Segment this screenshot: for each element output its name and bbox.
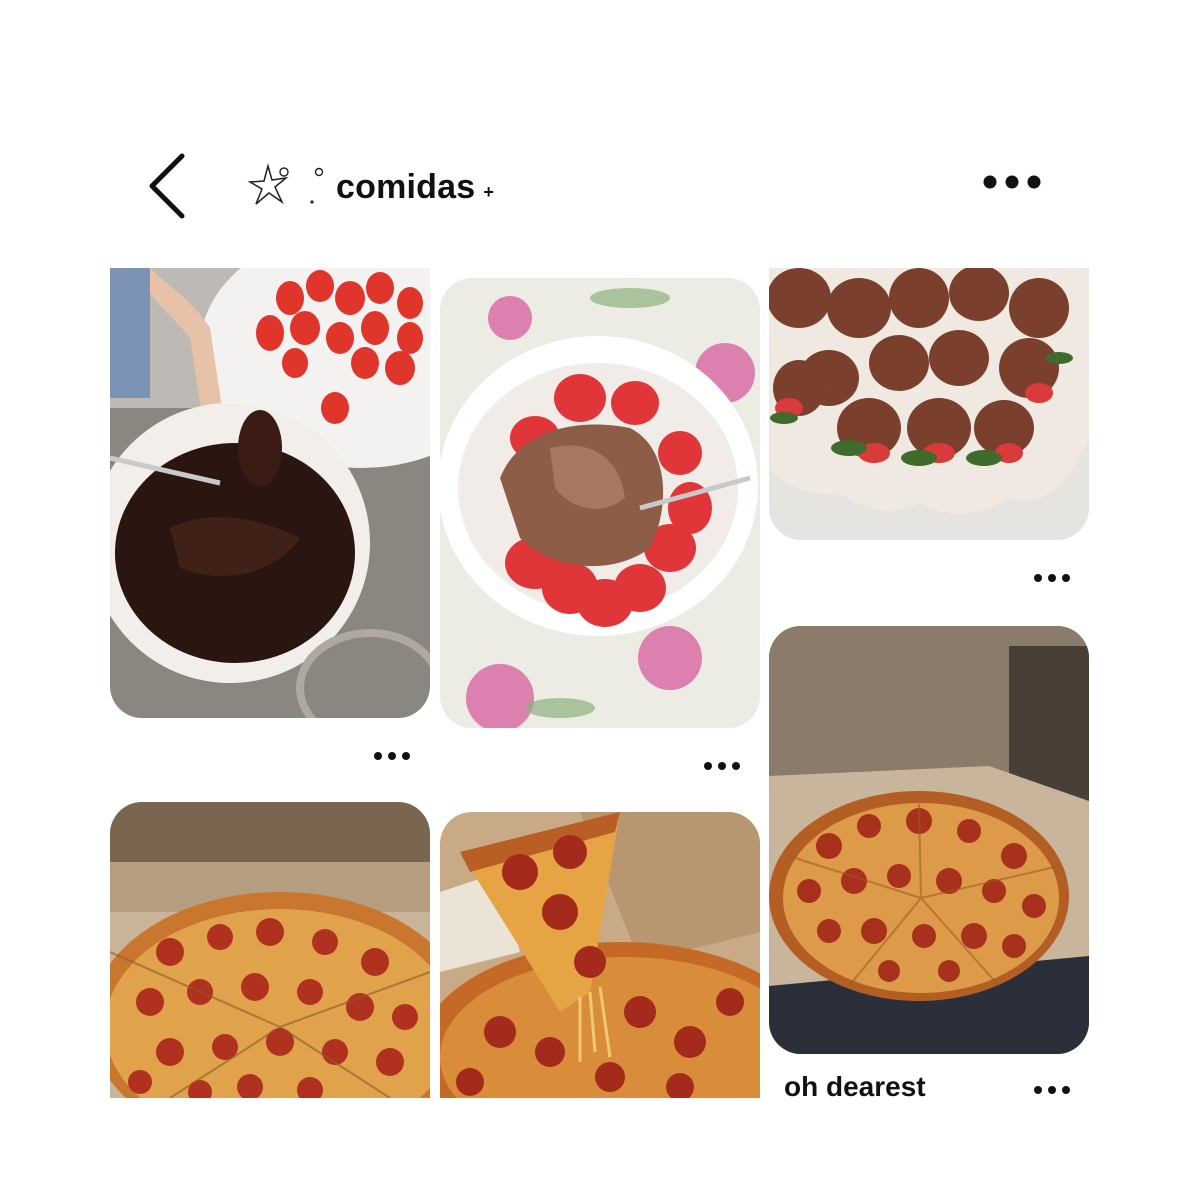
pin-image-dominos-pizza[interactable] bbox=[769, 626, 1089, 1054]
pin-image-pizza-box[interactable] bbox=[110, 802, 430, 1098]
more-horizontal-icon bbox=[704, 762, 740, 770]
pin-more-button[interactable] bbox=[1030, 568, 1080, 588]
pin-image-pizza-slice[interactable] bbox=[440, 812, 760, 1098]
board-header: comidas + bbox=[0, 140, 1200, 230]
pin-caption: oh dearest bbox=[784, 1071, 926, 1102]
plus-icon: + bbox=[483, 181, 494, 202]
starfish-icon bbox=[247, 163, 324, 205]
pin-more-button[interactable] bbox=[1030, 1080, 1080, 1100]
pin-image-strawberry-bowl[interactable] bbox=[440, 278, 760, 728]
more-horizontal-icon bbox=[1034, 574, 1070, 582]
pin-more-button[interactable] bbox=[370, 746, 420, 766]
board-title-group: comidas + bbox=[244, 162, 494, 212]
more-horizontal-icon bbox=[1034, 1086, 1070, 1094]
chevron-left-icon bbox=[149, 153, 185, 219]
pin-more-button[interactable] bbox=[700, 756, 750, 776]
back-button[interactable] bbox=[138, 150, 198, 220]
more-horizontal-icon bbox=[374, 752, 410, 760]
page-title: comidas bbox=[336, 167, 476, 206]
more-horizontal-icon bbox=[983, 175, 1041, 189]
pin-image-chocolate-bowl[interactable] bbox=[110, 268, 430, 718]
pin-image-chocolate-strawberries[interactable] bbox=[769, 268, 1089, 540]
board-more-button[interactable] bbox=[978, 170, 1058, 194]
